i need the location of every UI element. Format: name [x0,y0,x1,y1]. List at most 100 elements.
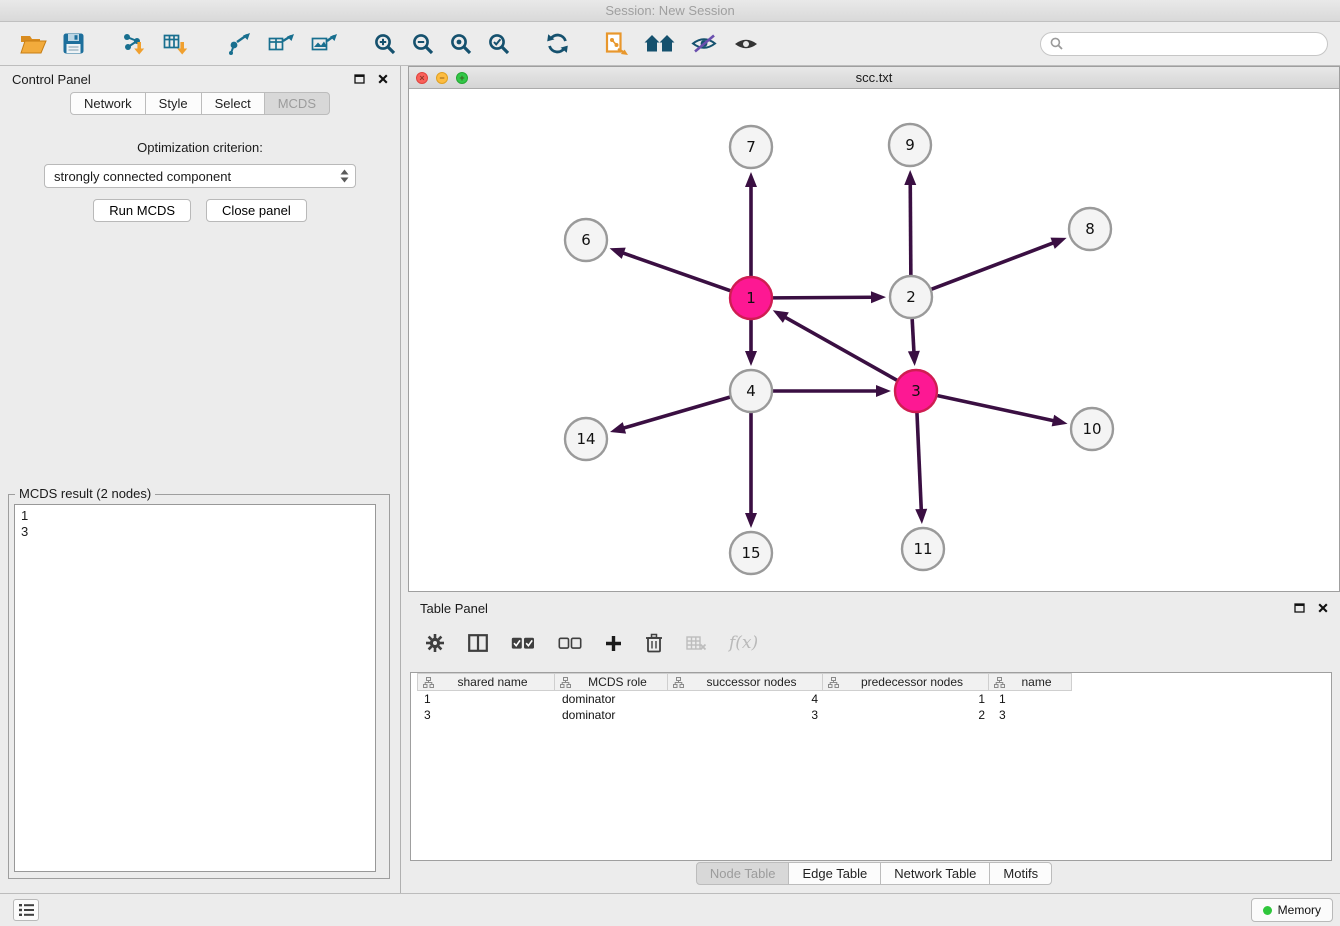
show-columns-button[interactable] [468,634,488,652]
run-mcds-button[interactable]: Run MCDS [93,199,191,222]
graph-edge-3-10[interactable] [938,396,1055,421]
apply-style-button[interactable] [687,27,721,61]
graph-edge-2-8[interactable] [932,242,1055,289]
home-button[interactable] [640,27,679,61]
graph-edge-arrow-4-15 [745,513,757,528]
minimize-window-icon[interactable]: − [436,72,448,84]
table-body: 1dominator4113dominator323 [411,691,1331,723]
network-window-titlebar[interactable]: × − + scc.txt [409,67,1339,89]
add-row-button[interactable] [605,635,622,652]
zoom-in-button[interactable] [370,27,400,61]
criterion-value: strongly connected component [54,169,339,184]
table-tab-edge-table[interactable]: Edge Table [788,862,881,885]
column-header-successor-nodes[interactable]: successor nodes [667,673,823,691]
trash-icon [645,633,663,653]
graph-edge-2-9[interactable] [910,183,911,275]
table-row[interactable]: 3dominator323 [411,707,1331,723]
column-type-icon [994,677,1005,688]
graph-node-label-4: 4 [746,382,756,400]
float-table-panel-icon[interactable] [1294,603,1305,613]
zoom-in-icon [374,33,396,55]
control-panel-title: Control Panel [12,72,91,87]
table-cell[interactable]: 3 [417,707,555,723]
function-builder-button[interactable]: f(x) [729,633,758,653]
table-cell[interactable]: 3 [669,707,825,723]
table-cell[interactable]: 1 [825,691,992,707]
mcds-result-text[interactable]: 13 [14,504,376,872]
graph-edge-arrow-4-3 [876,385,891,397]
close-window-icon[interactable]: × [416,72,428,84]
table-panel-title: Table Panel [420,601,488,616]
deselect-all-icon [558,637,582,650]
refresh-layout-button[interactable] [542,27,573,61]
column-header-shared-name[interactable]: shared name [417,673,555,691]
export-image-icon [311,32,338,55]
search-box[interactable] [1040,32,1328,56]
table-cell[interactable]: dominator [555,691,669,707]
delete-table-button[interactable] [686,635,706,651]
table-cell[interactable]: 1 [417,691,555,707]
column-header-MCDS-role[interactable]: MCDS role [554,673,668,691]
zoom-out-button[interactable] [408,27,438,61]
criterion-dropdown[interactable]: strongly connected component [44,164,356,188]
import-network-button[interactable] [116,27,151,61]
table-cell[interactable]: 1 [992,691,1076,707]
table-row[interactable]: 1dominator411 [411,691,1331,707]
import-table-button[interactable] [159,27,194,61]
memory-status-icon [1263,906,1272,915]
tab-network[interactable]: Network [70,92,146,115]
deselect-all-button[interactable] [558,637,582,650]
graph-edge-1-2[interactable] [773,297,873,298]
zoom-selected-icon [488,33,510,55]
tab-select[interactable]: Select [201,92,265,115]
optimization-label: Optimization criterion: [0,140,400,155]
table-tab-motifs[interactable]: Motifs [989,862,1052,885]
graph-edge-3-1[interactable] [784,317,897,381]
tab-style[interactable]: Style [145,92,202,115]
open-file-icon [20,33,47,54]
export-table-button[interactable] [264,27,299,61]
clone-network-button[interactable] [601,27,632,61]
table-tab-node-table[interactable]: Node Table [696,862,790,885]
table-settings-button[interactable] [425,633,445,653]
table-cell[interactable]: 3 [992,707,1076,723]
memory-button[interactable]: Memory [1251,898,1333,922]
table-header-row: shared nameMCDS rolesuccessor nodesprede… [411,673,1331,691]
table-panel: Table Panel [408,595,1340,890]
table-cell[interactable]: dominator [555,707,669,723]
select-all-icon [511,637,535,650]
delete-row-button[interactable] [645,633,663,653]
select-all-button[interactable] [511,637,535,650]
panel-list-button[interactable] [13,899,39,921]
network-window: × − + scc.txt 7968124314101511 [408,66,1340,592]
graph-edge-3-11[interactable] [917,413,921,511]
export-image-button[interactable] [307,27,342,61]
zoom-fit-button[interactable] [446,27,476,61]
export-network-button[interactable] [222,27,256,61]
table-tab-network-table[interactable]: Network Table [880,862,990,885]
graph-edge-4-14[interactable] [622,397,729,428]
function-builder-icon: f(x) [729,633,758,653]
open-file-button[interactable] [16,27,51,61]
graph-node-label-1: 1 [746,289,756,307]
control-panel-tabs: NetworkStyleSelectMCDS [0,92,400,115]
column-header-name[interactable]: name [988,673,1072,691]
graph-edge-2-3[interactable] [912,319,914,353]
graph-node-label-11: 11 [913,540,932,558]
zoom-window-icon[interactable]: + [456,72,468,84]
close-table-panel-icon[interactable] [1318,603,1328,613]
save-session-button[interactable] [59,27,88,61]
graph-edge-1-6[interactable] [622,253,730,291]
float-control-panel-icon[interactable] [354,74,365,84]
clone-network-icon [605,32,628,56]
network-canvas[interactable]: 7968124314101511 [409,89,1339,591]
column-header-predecessor-nodes[interactable]: predecessor nodes [822,673,989,691]
show-graphics-button[interactable] [729,27,763,61]
tab-mcds[interactable]: MCDS [264,92,330,115]
table-cell[interactable]: 2 [825,707,992,723]
zoom-selected-button[interactable] [484,27,514,61]
close-control-panel-icon[interactable] [378,74,388,84]
table-cell[interactable]: 4 [669,691,825,707]
search-input[interactable] [1068,36,1318,51]
close-panel-button[interactable]: Close panel [206,199,307,222]
